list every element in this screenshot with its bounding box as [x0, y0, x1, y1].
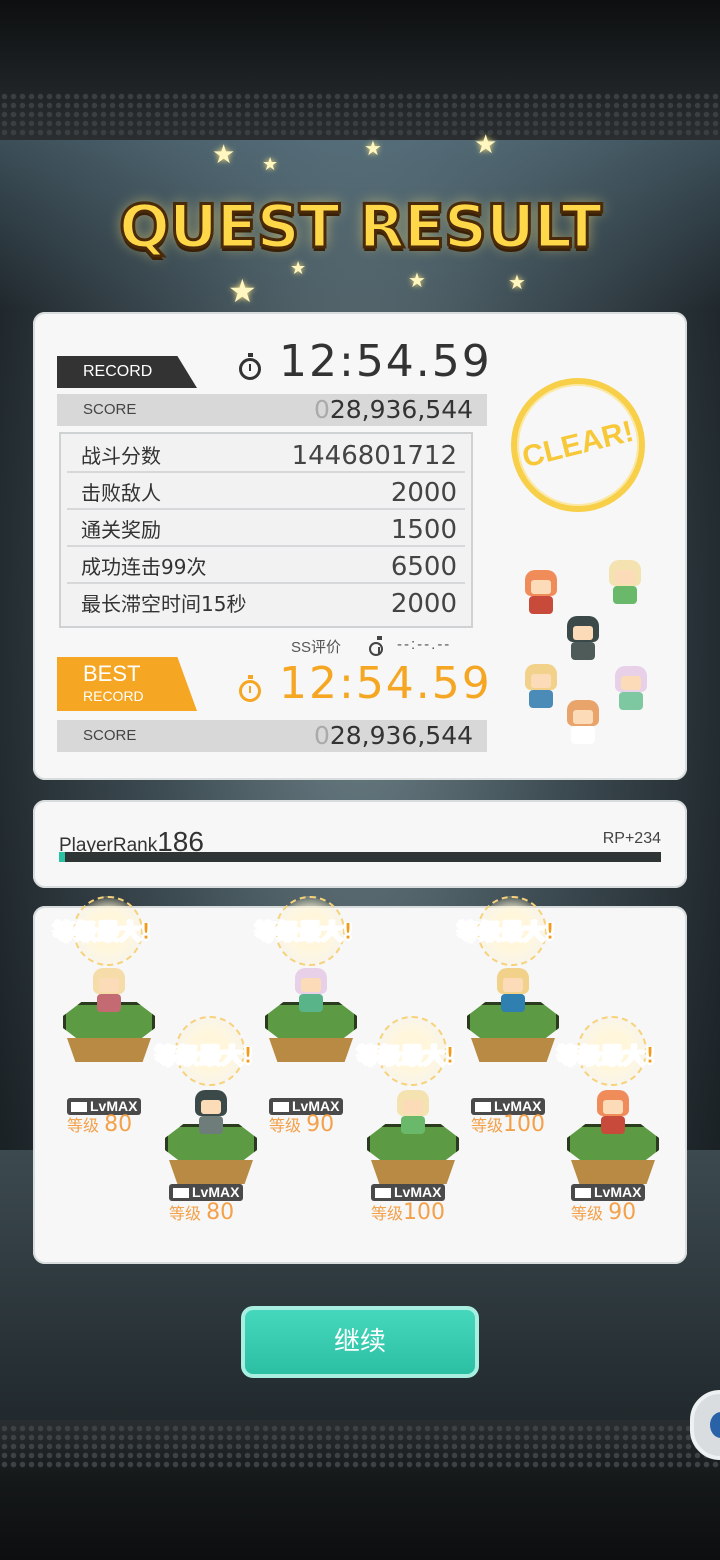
character-sprite [519, 662, 563, 710]
unit-level: 等级100 [471, 1112, 546, 1137]
character-sprite [561, 698, 605, 746]
bonus-value: 2000 [390, 478, 457, 508]
unit-level: 等级 80 [169, 1200, 235, 1225]
bonus-name: 击败敌人 [81, 481, 161, 505]
bonus-row: 通关奖励 1500 [67, 510, 465, 547]
level-max-label: 等级最大! [356, 1044, 456, 1070]
level-max-label: 等级最大! [52, 920, 152, 946]
bonus-row: 战斗分数 1446801712 [67, 436, 465, 473]
record-tag: RECORD [57, 356, 197, 388]
bonus-row: 击败敌人 2000 [67, 473, 465, 510]
character-sprite [491, 966, 535, 1014]
rank-progress-bar [59, 852, 661, 862]
star-icon: ★ [228, 272, 257, 310]
bonus-name: 成功连击99次 [81, 555, 207, 579]
best-tag-line2: RECORD [83, 688, 144, 704]
character-sprite [391, 1088, 435, 1136]
unit-level: 等级 90 [269, 1112, 335, 1137]
rp-gain: RP+234 [602, 830, 661, 847]
bonus-name: 战斗分数 [81, 444, 161, 468]
level-max-label: 等级最大! [154, 1044, 254, 1070]
lvmax-badge: LvMAX [169, 1184, 244, 1201]
record-score-row: SCORE 028,936,544 [57, 394, 487, 426]
lvmax-badge: LvMAX [571, 1184, 646, 1201]
best-tag-line1: BEST [83, 661, 141, 686]
bonus-name: 最长滞空时间15秒 [81, 592, 247, 616]
character-sprite [609, 664, 653, 712]
score-label: SCORE [83, 727, 137, 744]
bonus-value: 2000 [390, 589, 457, 619]
star-icon: ★ [262, 154, 279, 175]
pedestal [59, 968, 159, 1066]
ss-rating-label: SS评价 [291, 639, 342, 656]
character-sprite [519, 568, 563, 616]
pedestal [261, 968, 361, 1066]
bonus-list: 战斗分数 1446801712 击败敌人 2000 通关奖励 1500 成功连击… [59, 432, 473, 628]
bottom-bar [0, 1420, 720, 1560]
bonus-name: 通关奖励 [81, 518, 161, 542]
pedestal [161, 1090, 261, 1188]
character-sprite [87, 966, 131, 1014]
stopwatch-icon [369, 636, 383, 656]
character-sprite [591, 1088, 635, 1136]
star-icon: ★ [364, 136, 382, 160]
score-label: SCORE [83, 401, 137, 418]
record-score-value: 028,936,544 [313, 395, 473, 424]
pedestal [363, 1090, 463, 1188]
level-max-label: 等级最大! [254, 920, 354, 946]
unit-level: 等级100 [371, 1200, 446, 1225]
bonus-row: 成功连击99次 6500 [67, 547, 465, 584]
record-time: 12:54.59 [279, 336, 492, 387]
rank-progress-fill [59, 852, 66, 862]
character-sprite [561, 614, 605, 662]
bonus-value: 6500 [390, 552, 457, 582]
result-panel: RECORD 12:54.59 SCORE 028,936,544 战斗分数 1… [33, 312, 687, 780]
pedestal [463, 968, 563, 1066]
unit-level: 等级 90 [571, 1200, 637, 1225]
stopwatch-icon [239, 675, 261, 702]
bonus-value: 1446801712 [291, 441, 457, 471]
stopwatch-icon [239, 353, 261, 380]
bonus-value: 1500 [390, 515, 457, 545]
character-sprite [189, 1088, 233, 1136]
top-bar [0, 0, 720, 140]
star-icon: ★ [408, 268, 426, 292]
best-record-tag: BEST RECORD [57, 657, 197, 711]
star-icon: ★ [212, 140, 236, 170]
level-max-label: 等级最大! [456, 920, 556, 946]
character-sprite [603, 558, 647, 606]
star-icon: ★ [508, 270, 526, 294]
ss-rating-time: --:--.-- [397, 636, 452, 653]
lvmax-badge: LvMAX [371, 1184, 446, 1201]
star-icon: ★ [474, 130, 498, 160]
best-score-row: SCORE 028,936,544 [57, 720, 487, 752]
level-max-label: 等级最大! [556, 1044, 656, 1070]
pedestal [563, 1090, 663, 1188]
continue-button[interactable]: 继续 [241, 1306, 479, 1378]
unit-level: 等级 80 [67, 1112, 133, 1137]
units-panel: 等级最大! LvMAX 等级 80 等级最大! LvMAX 等级 80 等级最大… [33, 896, 687, 1264]
best-score-value: 028,936,544 [313, 721, 473, 750]
clear-stamp: CLEAR! [511, 378, 645, 512]
best-time: 12:54.59 [279, 658, 492, 709]
bonus-row: 最长滞空时间15秒 2000 [67, 584, 465, 621]
player-rank-panel: PlayerRank186 RP+234 [33, 800, 687, 888]
character-sprite [289, 966, 333, 1014]
page-title: QUEST RESULT [117, 191, 603, 264]
